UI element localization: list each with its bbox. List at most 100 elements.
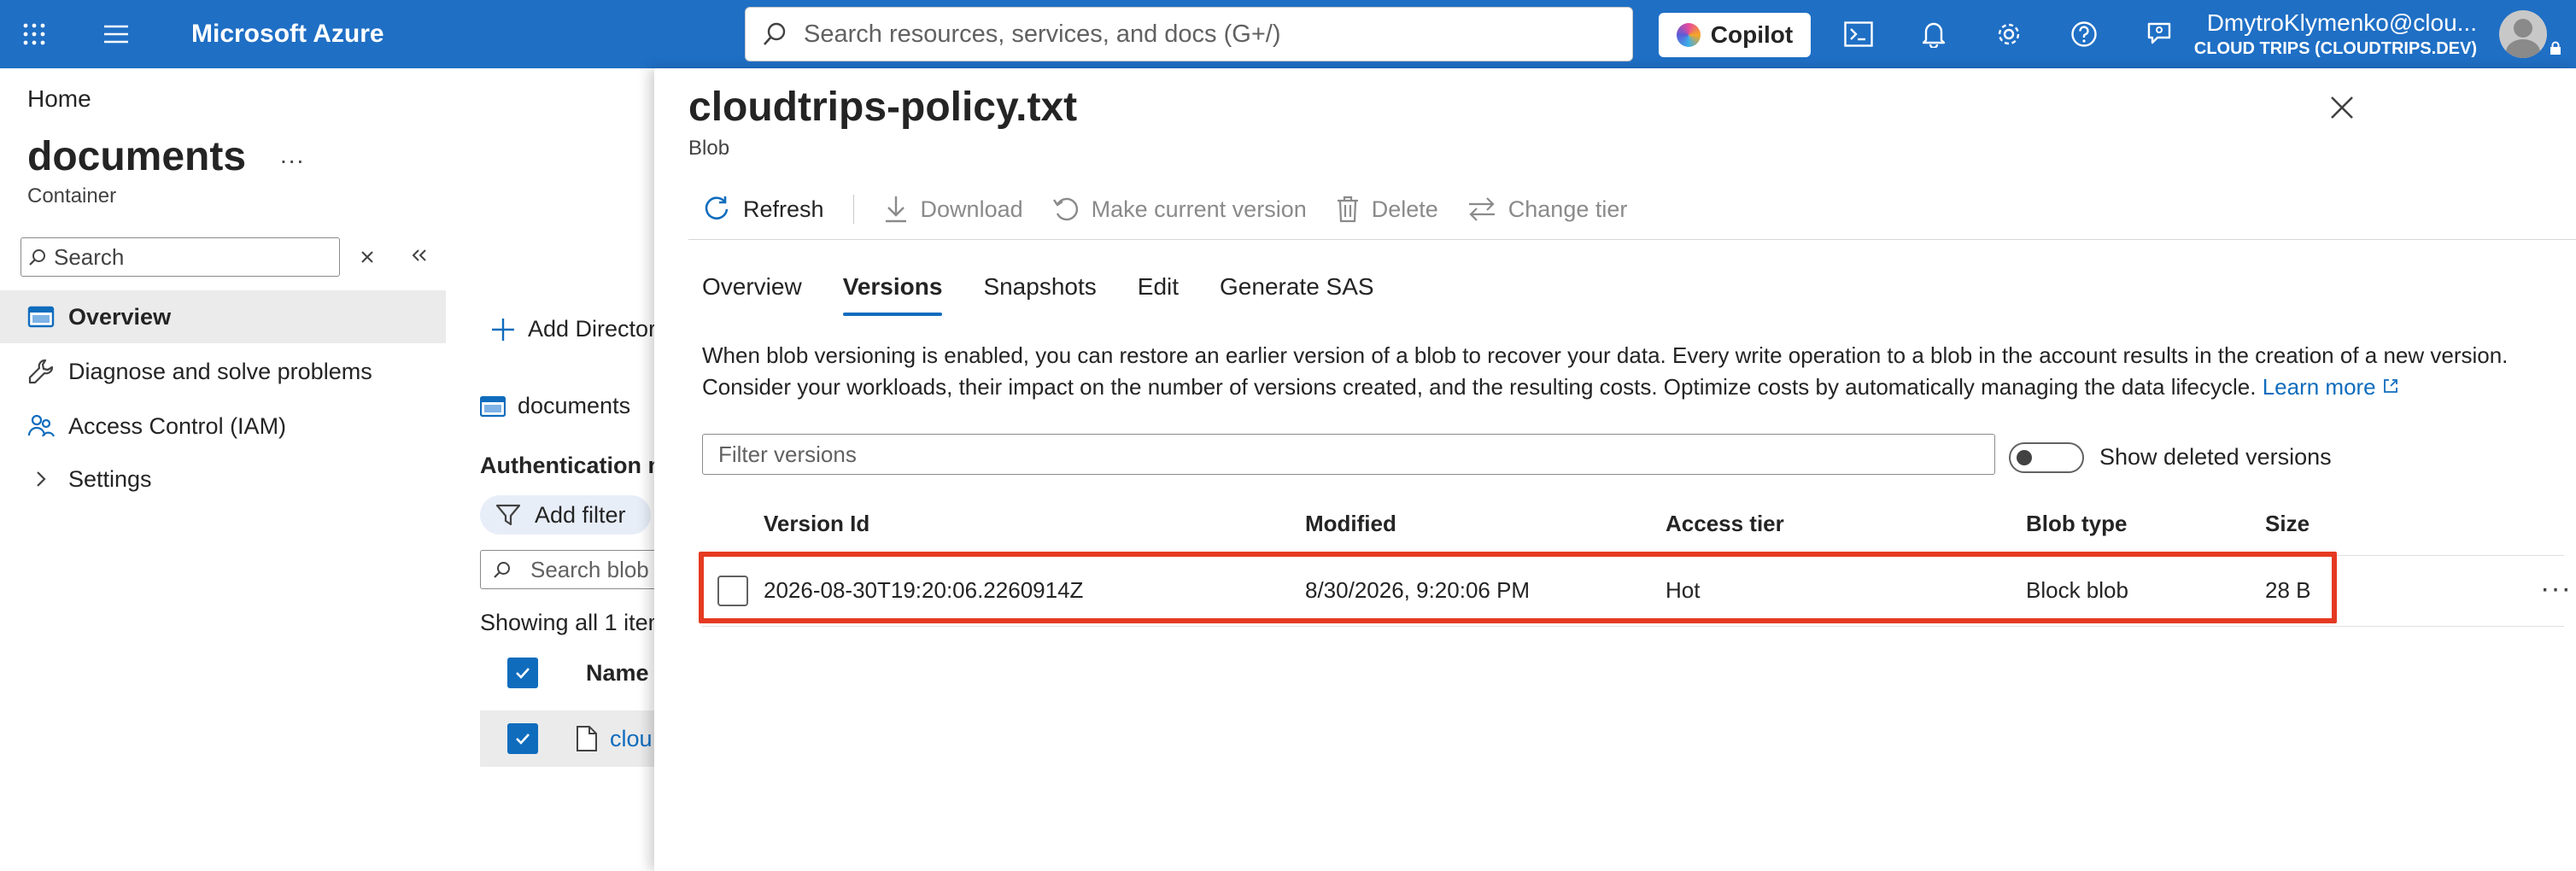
user-name: DmytroKlymenko@clou... [2206,9,2477,36]
trash-icon [1337,196,1358,223]
copilot-button[interactable]: Copilot [1659,13,1811,57]
top-bar: Microsoft Azure Search resources, servic… [0,0,2576,68]
add-filter-button[interactable]: Add filter [480,495,651,535]
description-line-1: When blob versioning is enabled, you can… [702,342,2509,368]
tab-generate-sas[interactable]: Generate SAS [1220,270,1374,318]
search-icon [29,249,45,266]
user-account[interactable]: DmytroKlymenko@clou... CLOUD TRIPS (CLOU… [2187,9,2477,60]
external-link-icon [2383,379,2397,393]
add-directory-label: Add Director [528,316,657,342]
check-icon [516,668,530,679]
column-header-version-id[interactable]: Version Id [764,511,869,537]
blob-details-panel: cloudtrips-policy.txt Blob Refresh Downl… [654,68,2576,871]
help-icon[interactable] [2067,17,2101,51]
column-header-modified[interactable]: Modified [1305,511,1396,537]
add-directory-button[interactable]: Add Director [490,316,656,342]
nav-item-diagnose[interactable]: Diagnose and solve problems [0,345,446,398]
toolbar-divider-line [688,239,2576,240]
table-row[interactable]: 2026-08-30T19:20:06.2260914Z 8/30/2026, … [702,557,2571,627]
panel-title: cloudtrips-policy.txt [688,85,1078,130]
blob-table-header: Name [480,649,654,697]
nav-item-settings[interactable]: Settings [0,453,446,506]
people-icon [27,414,55,437]
make-current-version-label: Make current version [1091,196,1307,222]
panel-subtitle: Blob [688,137,730,160]
tenant-name: CLOUD TRIPS (CLOUDTRIPS.DEV) [2193,39,2477,58]
breadcrumb-home[interactable]: Home [27,85,91,113]
refresh-button[interactable]: Refresh [702,195,824,224]
menu-search-input[interactable]: Search [20,237,340,277]
tab-snapshots[interactable]: Snapshots [983,270,1096,318]
change-tier-button[interactable]: Change tier [1467,196,1627,223]
search-icon [494,562,510,578]
download-button[interactable]: Download [883,195,1023,224]
table-row[interactable]: clou [480,710,654,767]
brand-title[interactable]: Microsoft Azure [191,17,384,51]
toolbar: Refresh Download Make current version De… [702,186,1656,232]
delete-button[interactable]: Delete [1336,195,1438,224]
menu-icon[interactable] [99,17,133,51]
versioning-description: When blob versioning is enabled, you can… [702,340,2564,403]
header-divider [702,555,2564,556]
search-blobs-placeholder: Search blob [530,556,649,582]
check-icon [516,734,530,745]
clear-search-icon[interactable] [357,243,378,272]
search-icon [764,22,786,45]
blob-name-link[interactable]: clou [610,726,653,752]
close-icon[interactable] [2325,91,2359,125]
page-title: documents [27,134,247,179]
copilot-icon [1676,23,1701,47]
toggle-knob [2017,450,2032,465]
search-blobs-input[interactable]: Search blob [480,550,668,589]
feedback-icon[interactable] [2142,17,2176,51]
gear-icon[interactable] [1992,17,2026,51]
nav-label: Settings [68,465,152,492]
tab-edit[interactable]: Edit [1138,270,1179,318]
nav-item-overview[interactable]: Overview [0,290,446,343]
make-current-version-button[interactable]: Make current version [1052,195,1307,224]
collapse-menu-icon[interactable] [407,239,432,273]
add-filter-label: Add filter [535,501,626,528]
more-options-button[interactable]: ... [280,142,305,169]
tab-bar: Overview Versions Snapshots Edit Generat… [702,270,1415,318]
row-more-options-button[interactable]: ··· [2540,572,2572,605]
filter-icon [495,504,521,526]
select-all-checkbox[interactable] [507,658,538,688]
access-tier-cell: Hot [1666,577,1701,603]
show-deleted-toggle[interactable] [2009,442,2084,473]
description-line-2: Consider your workloads, their impact on… [702,374,2257,400]
swap-icon [1468,197,1495,221]
download-label: Download [920,196,1023,222]
version-id-cell: 2026-08-30T19:20:06.2260914Z [764,577,1084,603]
chevron-right-icon [37,471,46,487]
row-checkbox[interactable] [507,723,538,754]
search-placeholder: Search resources, services, and docs (G+… [804,20,1281,48]
tab-overview[interactable]: Overview [702,270,802,318]
avatar[interactable] [2499,10,2547,58]
left-blade: Home documents ... Container Search Over… [0,68,669,871]
showing-count: Showing all 1 item [480,610,668,635]
column-header-blob-type[interactable]: Blob type [2026,511,2127,537]
file-icon [577,726,597,751]
grid-icon[interactable] [17,17,51,51]
tab-versions[interactable]: Versions [842,270,942,318]
bell-icon[interactable] [1917,17,1951,51]
container-breadcrumb[interactable]: documents [480,393,630,419]
column-header-size[interactable]: Size [2265,511,2310,537]
learn-more-link[interactable]: Learn more [2263,374,2399,400]
show-deleted-label: Show deleted versions [2099,444,2332,470]
plus-icon [492,318,514,341]
refresh-label: Refresh [743,196,824,222]
filter-versions-placeholder: Filter versions [718,441,857,467]
nav-label: Access Control (IAM) [68,412,287,439]
nav-label: Overview [68,303,172,330]
nav-item-access-control[interactable]: Access Control (IAM) [0,400,446,453]
container-icon [480,395,506,417]
global-search-input[interactable]: Search resources, services, and docs (G+… [745,7,1633,61]
name-column-header: Name [586,659,649,686]
column-header-access-tier[interactable]: Access tier [1666,511,1784,537]
filter-versions-input[interactable]: Filter versions [702,434,1995,475]
row-checkbox[interactable] [717,576,748,606]
restore-icon [1052,197,1078,221]
cloud-shell-icon[interactable] [1841,17,1876,51]
